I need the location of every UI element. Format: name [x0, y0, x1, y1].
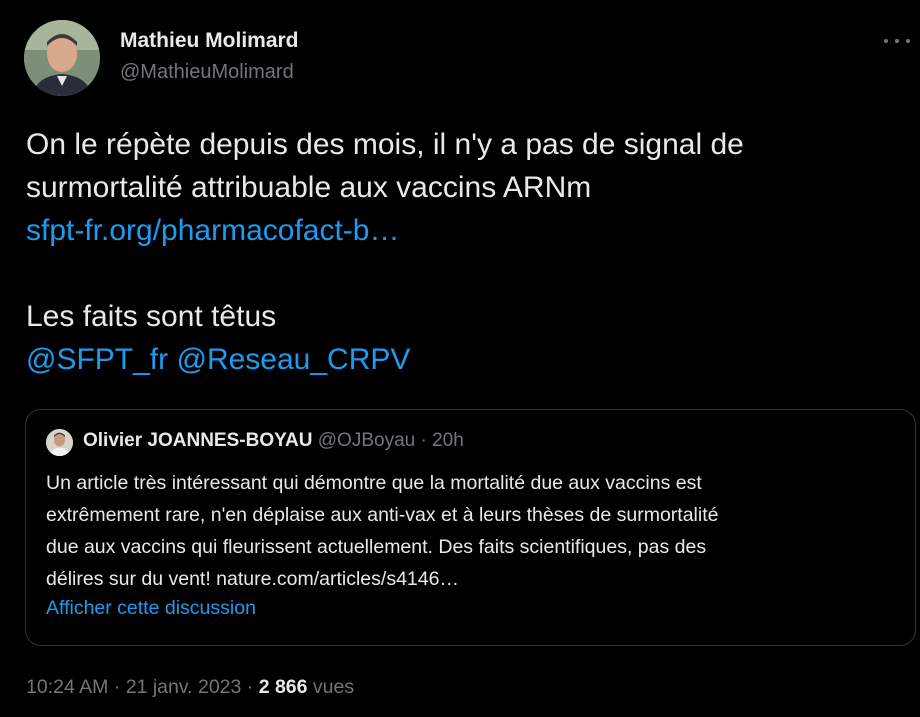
tweet-text-line: Les faits sont têtus	[26, 300, 277, 333]
tweet-link[interactable]: sfpt-fr.org/pharmacofact-b…	[26, 214, 399, 247]
quote-avatar-photo	[46, 429, 73, 456]
show-thread-link[interactable]: Afficher cette discussion	[46, 597, 256, 620]
author-avatar[interactable]	[24, 20, 100, 96]
views-label: vues	[307, 676, 355, 698]
quote-author-avatar[interactable]	[46, 429, 73, 456]
tweet-detail: Mathieu Molimard @MathieuMolimard On le …	[0, 0, 920, 717]
author-name[interactable]: Mathieu Molimard	[120, 29, 299, 53]
mention-reseau-crpv[interactable]: @Reseau_CRPV	[176, 343, 410, 376]
tweet-text-line: On le répète depuis des mois, il n'y a p…	[26, 128, 744, 161]
tweet-timestamp[interactable]: 10:24 AM · 21 janv. 2023 ·	[26, 676, 259, 698]
quote-text-line: délires sur du vent! nature.com/articles…	[46, 568, 459, 590]
avatar-photo	[24, 20, 100, 96]
quoted-tweet-card[interactable]: Olivier JOANNES-BOYAU @OJBoyau · 20h Un …	[25, 409, 916, 646]
mention-sfpt[interactable]: @SFPT_fr	[26, 343, 168, 376]
tweet-text-line: surmortalité attribuable aux vaccins ARN…	[26, 171, 592, 204]
quote-header: Olivier JOANNES-BOYAU @OJBoyau · 20h	[83, 430, 464, 452]
author-handle[interactable]: @MathieuMolimard	[120, 61, 294, 84]
quote-text-line: due aux vaccins qui fleurissent actuelle…	[46, 536, 707, 558]
views-count: 2 866	[258, 676, 308, 698]
tweet-text: On le répète depuis des mois, il n'y a p…	[26, 123, 906, 381]
quote-text-line: Un article très intéressant qui démontre…	[46, 472, 702, 494]
quote-text-line: extrêmement rare, n'en déplaise aux anti…	[46, 504, 719, 526]
quote-author-name[interactable]: Olivier JOANNES-BOYAU	[83, 430, 312, 451]
quote-author-meta: @OJBoyau · 20h	[317, 430, 464, 451]
more-horizontal-icon[interactable]	[884, 34, 910, 48]
tweet-footer: 10:24 AM · 21 janv. 2023 · 2 866 vues	[26, 676, 354, 699]
quote-text: Un article très intéressant qui démontre…	[46, 467, 906, 595]
